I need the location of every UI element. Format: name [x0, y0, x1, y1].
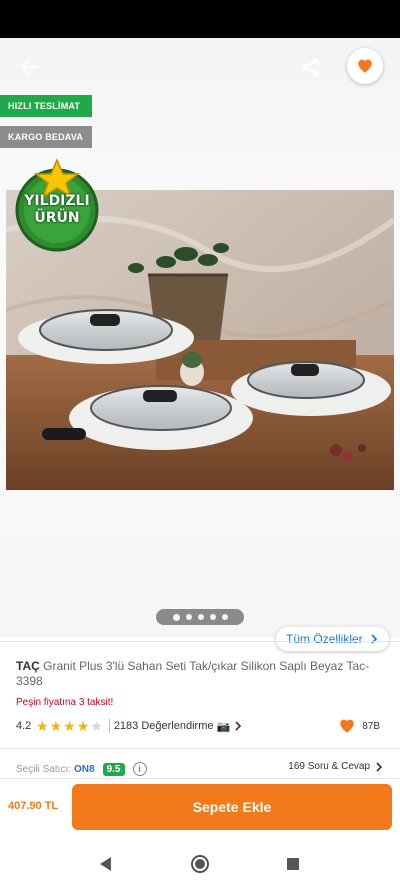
divider — [0, 748, 400, 749]
all-features-button[interactable]: Tüm Özellikler — [276, 627, 389, 651]
favorites-count-text: 87B — [362, 720, 380, 732]
share-icon — [302, 58, 319, 76]
rating-value: 4.2 — [16, 720, 32, 732]
star-empty-icon: ★ — [90, 718, 103, 734]
favorite-button[interactable] — [347, 48, 383, 84]
product-brand[interactable]: TAÇ — [16, 659, 40, 673]
circle-home-icon — [191, 855, 209, 873]
free-cargo-badge: KARGO BEDAVA — [0, 126, 92, 148]
arrow-left-icon — [21, 60, 37, 74]
image-pager[interactable] — [156, 609, 244, 625]
seller-row: Seçili Satıcı: ON8 9.5 i 169 Soru & Ceva… — [16, 761, 384, 777]
seller-name[interactable]: ON8 — [74, 764, 95, 775]
star-icon: ★ — [49, 718, 63, 734]
chevron-right-icon — [376, 761, 383, 772]
add-to-cart-button[interactable]: Sepete Ekle — [72, 784, 392, 830]
star-icon: ★ — [76, 718, 90, 734]
fast-delivery-badge: HIZLI TESLİMAT — [0, 95, 92, 117]
status-bar — [0, 0, 400, 38]
nav-recents-button[interactable] — [281, 852, 305, 876]
pager-dot[interactable] — [172, 613, 180, 621]
pager-dot[interactable] — [221, 614, 228, 620]
product-title: TAÇ Granit Plus 3'lü Sahan Seti Tak/çıka… — [16, 659, 386, 689]
seller-score-badge: 9.5 — [102, 762, 125, 776]
installment-text: Peşin fiyatına 3 taksit! — [16, 697, 114, 708]
star-icon: ★ — [63, 718, 76, 734]
product-name: Granit Plus 3'lü Sahan Seti Tak/çıkar Si… — [16, 659, 370, 688]
nav-home-button[interactable] — [188, 852, 212, 876]
qa-text: 169 Soru & Cevap — [288, 761, 370, 772]
rating-row: 4.2 ★ ★ ★ ★ ★ 2183 Değerlendirme 📷 87B — [16, 717, 384, 735]
product-price: 407.90 TL — [8, 800, 59, 812]
pager-dot[interactable] — [209, 614, 216, 620]
reviews-text: 2183 Değerlendirme — [113, 720, 214, 732]
heart-icon — [358, 59, 372, 73]
questions-answers-link[interactable]: 169 Soru & Cevap — [288, 761, 384, 772]
favorites-count[interactable]: 87B — [338, 717, 380, 735]
pager-dot[interactable] — [185, 614, 192, 620]
back-button[interactable] — [12, 50, 46, 84]
pager-dot[interactable] — [197, 614, 204, 620]
seller-label: Seçili Satıcı: — [16, 763, 72, 775]
separator — [108, 719, 110, 733]
reviews-link[interactable]: 2183 Değerlendirme 📷 — [114, 720, 243, 733]
heart-icon — [340, 719, 354, 733]
chevron-right-icon — [235, 721, 242, 731]
info-icon[interactable]: i — [132, 762, 147, 776]
camera-icon: 📷 — [216, 720, 231, 733]
divider — [0, 778, 400, 779]
rating-stars: ★ ★ ★ ★ ★ — [36, 719, 103, 733]
star-icon: ★ — [36, 718, 49, 734]
share-button[interactable] — [294, 50, 328, 84]
square-recents-icon — [287, 858, 299, 870]
triangle-back-icon — [100, 857, 111, 871]
all-features-label: Tüm Özellikler — [286, 632, 363, 646]
divider — [0, 641, 400, 642]
nav-back-button[interactable] — [94, 852, 118, 876]
star-product-text: YILDIZLI ÜRÜN — [24, 193, 90, 226]
chevron-right-icon — [371, 634, 377, 644]
